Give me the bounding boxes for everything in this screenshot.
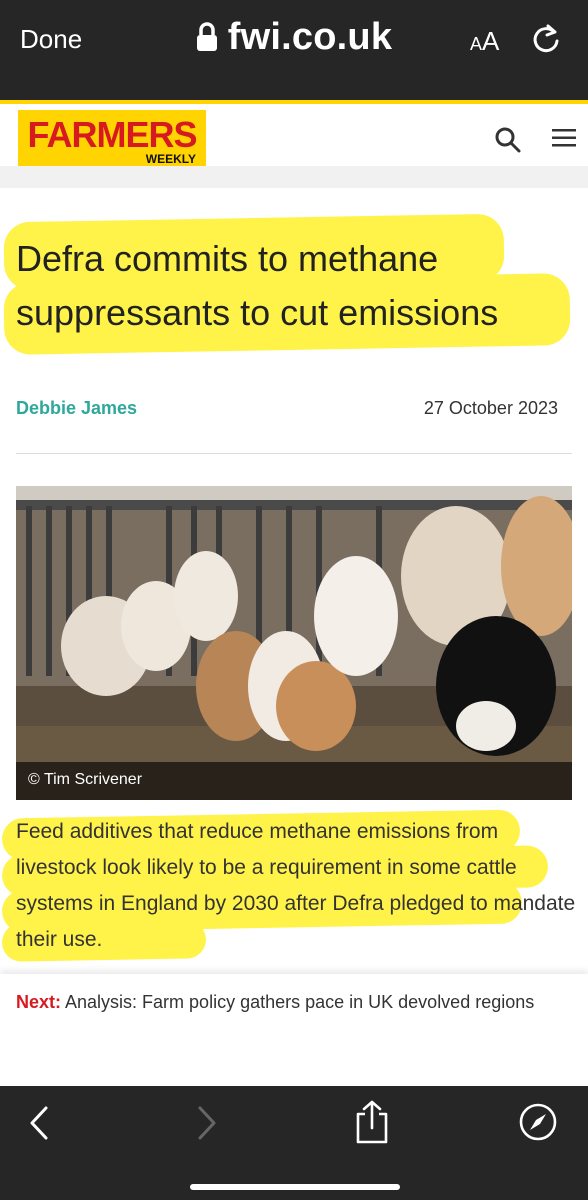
cattle-photo-illustration bbox=[16, 486, 572, 800]
article-title: Defra commits to methane suppressants to… bbox=[16, 238, 499, 333]
url-text: fwi.co.uk bbox=[227, 16, 393, 58]
compass-icon[interactable] bbox=[518, 1102, 558, 1147]
aa-small: A bbox=[470, 34, 483, 54]
search-icon[interactable] bbox=[494, 126, 522, 159]
browser-bottom-toolbar bbox=[0, 1086, 588, 1200]
divider bbox=[16, 453, 572, 454]
farmers-weekly-logo[interactable]: FARMERS WEEKLY bbox=[18, 110, 206, 180]
aa-large: A bbox=[482, 26, 500, 56]
chevron-right-icon[interactable] bbox=[196, 1106, 218, 1145]
author-link[interactable]: Debbie James bbox=[16, 398, 137, 419]
publish-date: 27 October 2023 bbox=[423, 398, 558, 418]
logo-sub-text: WEEKLY bbox=[145, 152, 196, 166]
article-standfirst: Feed additives that reduce methane emiss… bbox=[16, 820, 576, 951]
next-article-bar[interactable]: Next: Analysis: Farm policy gathers pace… bbox=[0, 974, 588, 1034]
photo-credit: © Tim Scrivener bbox=[28, 771, 143, 788]
next-label: Next: bbox=[16, 992, 62, 1012]
address-bar[interactable]: fwi.co.uk bbox=[0, 16, 588, 62]
browser-top-bar: Done fwi.co.uk AA bbox=[0, 0, 588, 100]
home-indicator bbox=[190, 1184, 400, 1190]
chevron-left-icon[interactable] bbox=[28, 1106, 50, 1145]
next-article-link[interactable]: Next: Analysis: Farm policy gathers pace… bbox=[16, 992, 534, 1013]
photo-caption-bar: © Tim Scrivener bbox=[16, 762, 572, 800]
logo-main-text: FARMERS bbox=[27, 114, 197, 155]
header-separator bbox=[0, 166, 588, 188]
site-header: FARMERS WEEKLY bbox=[0, 100, 588, 180]
reader-text-size-button[interactable]: AA bbox=[470, 26, 499, 57]
reload-icon[interactable] bbox=[530, 22, 562, 61]
share-icon[interactable] bbox=[354, 1100, 390, 1149]
next-article-title: Analysis: Farm policy gathers pace in UK… bbox=[61, 992, 535, 1012]
lock-icon bbox=[196, 19, 218, 62]
article-photo: © Tim Scrivener bbox=[16, 486, 572, 800]
hamburger-menu-icon[interactable] bbox=[552, 128, 576, 153]
